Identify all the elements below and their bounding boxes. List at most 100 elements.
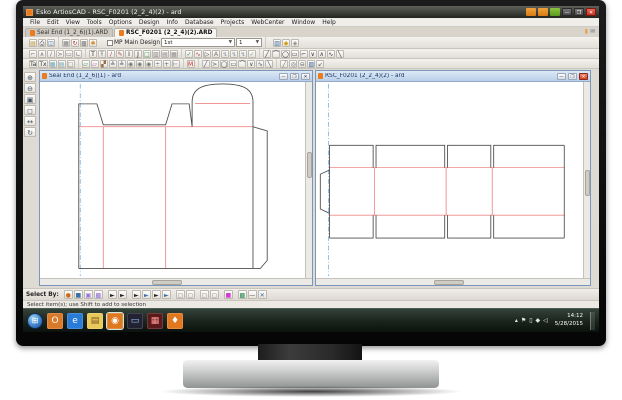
tool-icon[interactable]: ≻ (56, 50, 64, 58)
tool-icon[interactable]: ↯ (230, 50, 238, 58)
tool-icon[interactable]: ◉ (136, 60, 144, 68)
start-button[interactable]: ⊞ (27, 313, 43, 329)
tool-icon[interactable]: ▢ (176, 290, 185, 299)
tool-icon[interactable]: ✓ (248, 50, 256, 58)
workspace-icon[interactable]: ▩ (80, 39, 88, 47)
menu-info[interactable]: Info (164, 19, 181, 26)
tool-icon[interactable]: ▢ (186, 290, 195, 299)
tool-icon[interactable]: ∨ (309, 50, 317, 58)
tool-icon[interactable]: ◉ (145, 60, 153, 68)
tool-icon[interactable]: ∕ (107, 50, 115, 58)
tool-icon[interactable]: ∕ (47, 50, 55, 58)
circle-tool-icon[interactable]: ◯ (281, 50, 290, 58)
tool-icon[interactable]: ⊖ (298, 60, 306, 68)
taskbar-red-app-icon[interactable]: ▦ (147, 313, 163, 329)
tool-icon[interactable]: ⊢ (172, 60, 180, 68)
menu-design[interactable]: Design (136, 19, 163, 26)
tool-icon[interactable]: ▭ (229, 60, 237, 68)
tool-icon[interactable]: ▞ (100, 60, 108, 68)
menu-view[interactable]: View (63, 19, 83, 26)
document-tab[interactable]: Seal End (1_2_6)(1).ARD (25, 28, 113, 37)
refresh-view-icon[interactable]: ↻ (24, 127, 36, 137)
tool-icon[interactable]: ▱ (82, 60, 90, 68)
tray-volume-icon[interactable]: ◁ (543, 317, 548, 324)
tool-icon[interactable]: □ (143, 50, 151, 58)
tool-icon[interactable]: ∨ (247, 60, 255, 68)
zoom-out-icon[interactable]: ⊖ (24, 83, 36, 93)
tool-icon[interactable]: ⌐ (29, 50, 37, 58)
menu-database[interactable]: Database (182, 19, 217, 26)
layer-checkbox[interactable] (107, 40, 113, 46)
tool-icon[interactable]: ∿ (256, 60, 264, 68)
tool-icon[interactable]: ↯ (239, 50, 247, 58)
tool-icon[interactable]: — (248, 290, 257, 299)
tool-icon[interactable]: Ta (29, 60, 37, 68)
tool-icon[interactable]: ↯ (221, 50, 229, 58)
tool-icon[interactable]: ▩ (238, 290, 247, 299)
tool-icon[interactable]: Tx (38, 60, 47, 68)
tool-icon[interactable]: ▨ (307, 60, 315, 68)
menu-webcenter[interactable]: WebCenter (248, 19, 287, 26)
menu-options[interactable]: Options (106, 19, 135, 26)
rsc-canvas[interactable] (316, 82, 583, 278)
pen-icon[interactable]: ✎ (116, 50, 124, 58)
tool-icon[interactable]: ► (152, 290, 161, 299)
tool-icon[interactable]: ▦ (170, 50, 178, 58)
tray-expand-icon[interactable]: ▴ (515, 317, 518, 324)
line-tool-icon[interactable]: ╱ (263, 50, 271, 58)
arc-tool-icon[interactable]: ⌒ (272, 50, 280, 58)
horizontal-scrollbar[interactable] (316, 278, 590, 285)
tool-icon[interactable]: ▤ (58, 60, 66, 68)
menu-help[interactable]: Help (319, 19, 339, 26)
tool-icon[interactable]: ╲ (336, 50, 344, 58)
scale-combobox[interactable]: 1 ▼ (236, 38, 262, 47)
doc-restore-button[interactable]: ❐ (568, 73, 577, 80)
rebuild-icon[interactable]: ✱ (89, 39, 97, 47)
tool-icon[interactable]: ╱ (202, 60, 210, 68)
taskbar-mail-icon[interactable]: O (47, 313, 63, 329)
measure-icon[interactable]: M (187, 60, 195, 68)
tool-icon[interactable]: ► (132, 290, 141, 299)
taskbar-artioscad-icon[interactable]: ◉ (107, 313, 123, 329)
tool-icon[interactable]: ▱ (91, 60, 99, 68)
scroll-thumb[interactable] (585, 170, 590, 196)
tool-icon[interactable]: ◎ (289, 60, 297, 68)
print-icon[interactable]: ⎙ (38, 39, 46, 47)
tool-icon[interactable]: ▭ (65, 50, 73, 58)
seal-end-canvas[interactable] (40, 82, 305, 278)
sync-icon[interactable]: ↻ (71, 39, 79, 47)
menu-file[interactable]: File (27, 19, 43, 26)
tray-network-icon[interactable]: ◆ (536, 317, 541, 324)
tool-icon[interactable]: ✓ (185, 50, 193, 58)
tool-icon[interactable]: ► (162, 290, 171, 299)
taskbar-ie-icon[interactable]: e (67, 313, 83, 329)
maximize-button[interactable]: ❐ (574, 8, 584, 16)
rsc-crease-lines[interactable] (329, 168, 564, 216)
doc-close-button[interactable]: ✕ (579, 73, 588, 80)
database-icon[interactable]: ▦ (62, 39, 70, 47)
properties-icon[interactable]: ◈ (291, 39, 299, 47)
doc-close-button[interactable]: ✕ (301, 73, 310, 80)
tool-icon[interactable]: ≙ (118, 60, 126, 68)
show-desktop-button[interactable] (590, 312, 595, 330)
open-icon[interactable]: ▤ (29, 39, 37, 47)
seal-end-title-bar[interactable]: Seal End (1_2_6)(1) - ard — ❐ ✕ (40, 71, 312, 82)
dimension-icon[interactable]: ◆ (282, 39, 290, 47)
style-combobox[interactable]: 1st ▼ (161, 38, 235, 47)
tool-icon[interactable]: ↙ (316, 60, 324, 68)
doc-minimize-button[interactable]: — (279, 73, 288, 80)
taskbar-orange-app-icon[interactable]: ♦ (167, 313, 183, 329)
tool-icon[interactable]: ✕ (258, 290, 267, 299)
tool-icon[interactable]: ◯ (220, 60, 229, 68)
tool-icon[interactable]: ∧ (38, 50, 46, 58)
tool-icon[interactable]: ▣ (84, 290, 93, 299)
horizontal-scrollbar[interactable] (40, 278, 312, 285)
tool-icon[interactable]: ÷ (154, 60, 162, 68)
tool-icon[interactable]: ► (108, 290, 117, 299)
scroll-thumb[interactable] (434, 280, 464, 285)
taskbar-monitor-icon[interactable]: ▭ (127, 313, 143, 329)
vertical-scrollbar[interactable] (583, 82, 590, 278)
close-button[interactable]: ✕ (586, 8, 596, 16)
zoom-window-icon[interactable]: ▣ (24, 94, 36, 104)
zoom-in-icon[interactable]: ⊕ (24, 72, 36, 82)
